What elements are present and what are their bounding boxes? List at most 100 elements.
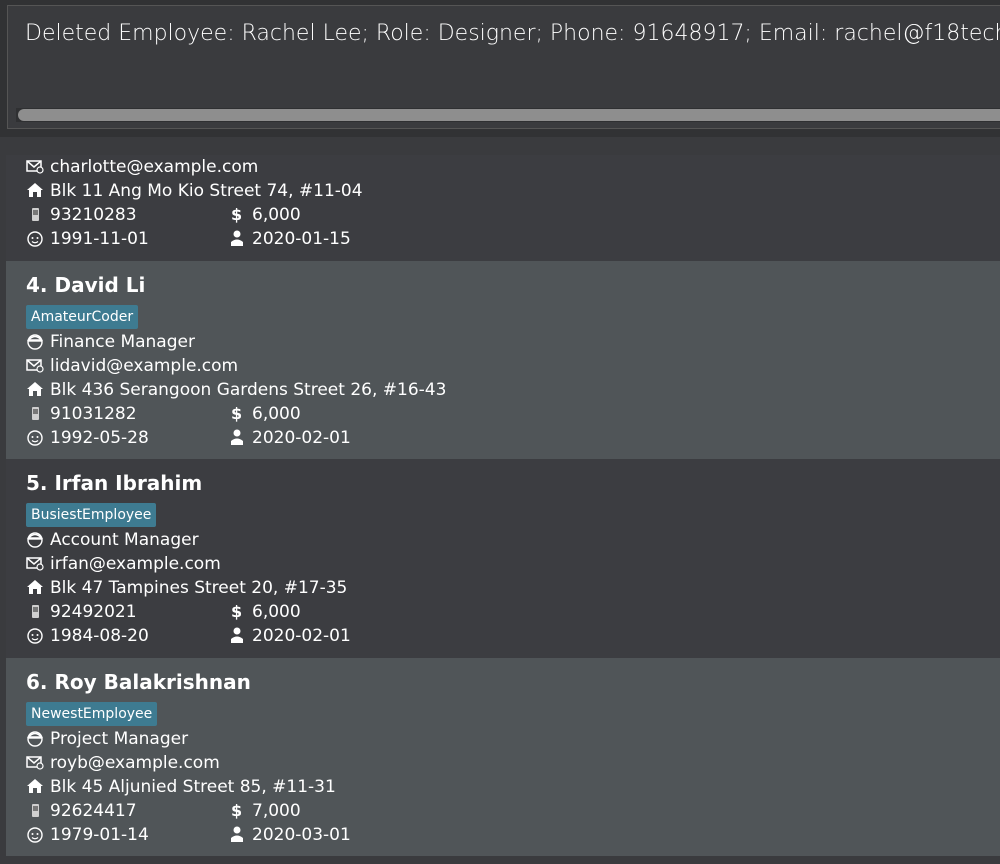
worker-helmet-icon xyxy=(26,530,46,548)
address-text: Blk 11 Ang Mo Kio Street 74, #11-04 xyxy=(50,181,363,201)
person-icon xyxy=(228,229,248,247)
phone-row: 92624417 xyxy=(26,799,137,823)
baby-face-icon xyxy=(26,825,46,843)
result-display-panel: Deleted Employee: Rachel Lee; Role: Desi… xyxy=(0,0,1000,137)
employee-list-panel[interactable]: charlotte@example.com Blk 11 Ang Mo Kio … xyxy=(0,137,1000,864)
email-text: lidavid@example.com xyxy=(50,356,239,376)
address-row: Blk 436 Serangoon Gardens Street 26, #16… xyxy=(26,378,446,402)
dob-text: 1984-08-20 xyxy=(50,626,149,646)
email-row: lidavid@example.com xyxy=(26,354,238,378)
email-row: royb@example.com xyxy=(26,751,220,775)
worker-helmet-icon xyxy=(26,729,46,747)
employee-card[interactable]: 4. David Li AmateurCoder Finance Manager… xyxy=(6,261,1000,459)
address-row: Blk 45 Aljunied Street 85, #11-31 xyxy=(26,775,336,799)
employee-tag: NewestEmployee xyxy=(26,702,158,726)
baby-face-icon xyxy=(26,626,46,644)
email-icon xyxy=(26,157,46,175)
salary-row: $6,000 xyxy=(228,203,301,227)
employee-tag: BusiestEmployee xyxy=(26,503,157,527)
phone-text: 92624417 xyxy=(50,801,137,821)
person-icon xyxy=(228,428,248,446)
dollar-icon: $ xyxy=(228,404,248,422)
dob-row: 1992-05-28 xyxy=(26,426,149,450)
email-text: royb@example.com xyxy=(50,753,220,773)
salary-text: 6,000 xyxy=(252,404,301,424)
result-display-box[interactable]: Deleted Employee: Rachel Lee; Role: Desi… xyxy=(7,5,1000,129)
phone-row: 91031282 xyxy=(26,402,137,426)
dollar-icon: $ xyxy=(228,205,248,223)
dob-row: 1991-11-01 xyxy=(26,227,149,251)
phone-text: 92492021 xyxy=(50,602,137,622)
email-row: irfan@example.com xyxy=(26,552,221,576)
salary-row: $7,000 xyxy=(228,799,301,823)
email-text: irfan@example.com xyxy=(50,554,221,574)
home-icon xyxy=(26,181,46,199)
home-icon xyxy=(26,777,46,795)
person-icon xyxy=(228,825,248,843)
date-joined-text: 2020-03-01 xyxy=(252,825,351,845)
svg-text:$: $ xyxy=(231,801,242,819)
employee-tag: AmateurCoder xyxy=(26,305,139,329)
date-joined-text: 2020-02-01 xyxy=(252,428,351,448)
svg-text:$: $ xyxy=(231,404,242,422)
phone-text: 91031282 xyxy=(50,404,137,424)
mobile-phone-icon xyxy=(26,602,46,620)
address-row: Blk 47 Tampines Street 20, #17-35 xyxy=(26,576,347,600)
employee-name: 4. David Li xyxy=(26,273,146,297)
email-icon xyxy=(26,554,46,572)
home-icon xyxy=(26,578,46,596)
role-text: Account Manager xyxy=(50,530,199,550)
svg-text:$: $ xyxy=(231,205,242,223)
dob-text: 1991-11-01 xyxy=(50,229,149,249)
employee-card[interactable]: 5. Irfan Ibrahim BusiestEmployee Account… xyxy=(6,459,1000,658)
baby-face-icon xyxy=(26,428,46,446)
person-icon xyxy=(228,626,248,644)
dob-row: 1979-01-14 xyxy=(26,823,149,847)
address-row: Blk 11 Ang Mo Kio Street 74, #11-04 xyxy=(26,179,363,203)
phone-text: 93210283 xyxy=(50,205,137,225)
date-joined-text: 2020-02-01 xyxy=(252,626,351,646)
employee-name: 6. Roy Balakrishnan xyxy=(26,670,251,694)
role-text: Finance Manager xyxy=(50,332,195,352)
employee-name: 5. Irfan Ibrahim xyxy=(26,471,203,495)
employee-card[interactable]: 6. Roy Balakrishnan NewestEmployee Proje… xyxy=(6,658,1000,856)
baby-face-icon xyxy=(26,229,46,247)
email-text: charlotte@example.com xyxy=(50,157,259,177)
dob-row: 1984-08-20 xyxy=(26,624,149,648)
mobile-phone-icon xyxy=(26,801,46,819)
mobile-phone-icon xyxy=(26,404,46,422)
phone-row: 93210283 xyxy=(26,203,137,227)
salary-text: 6,000 xyxy=(252,205,301,225)
address-text: Blk 47 Tampines Street 20, #17-35 xyxy=(50,578,348,598)
salary-text: 7,000 xyxy=(252,801,301,821)
role-row: Account Manager xyxy=(26,528,199,552)
dob-text: 1992-05-28 xyxy=(50,428,149,448)
phone-row: 92492021 xyxy=(26,600,137,624)
dollar-icon: $ xyxy=(228,801,248,819)
date-joined-row: 2020-01-15 xyxy=(228,227,351,251)
dob-text: 1979-01-14 xyxy=(50,825,149,845)
salary-text: 6,000 xyxy=(252,602,301,622)
svg-text:$: $ xyxy=(231,602,242,620)
address-text: Blk 45 Aljunied Street 85, #11-31 xyxy=(50,777,336,797)
horizontal-scrollbar[interactable] xyxy=(16,108,1000,122)
email-icon xyxy=(26,356,46,374)
role-row: Project Manager xyxy=(26,727,188,751)
email-icon xyxy=(26,753,46,771)
email-row: charlotte@example.com xyxy=(26,155,258,179)
scrollbar-thumb[interactable] xyxy=(18,109,1000,121)
worker-helmet-icon xyxy=(26,332,46,350)
dollar-icon: $ xyxy=(228,602,248,620)
salary-row: $6,000 xyxy=(228,600,301,624)
role-row: Finance Manager xyxy=(26,330,195,354)
date-joined-text: 2020-01-15 xyxy=(252,229,351,249)
mobile-phone-icon xyxy=(26,205,46,223)
home-icon xyxy=(26,380,46,398)
address-text: Blk 436 Serangoon Gardens Street 26, #16… xyxy=(50,380,447,400)
date-joined-row: 2020-02-01 xyxy=(228,624,351,648)
role-text: Project Manager xyxy=(50,729,189,749)
salary-row: $6,000 xyxy=(228,402,301,426)
date-joined-row: 2020-03-01 xyxy=(228,823,351,847)
employee-card[interactable]: charlotte@example.com Blk 11 Ang Mo Kio … xyxy=(6,155,1000,261)
result-message: Deleted Employee: Rachel Lee; Role: Desi… xyxy=(25,21,1000,46)
